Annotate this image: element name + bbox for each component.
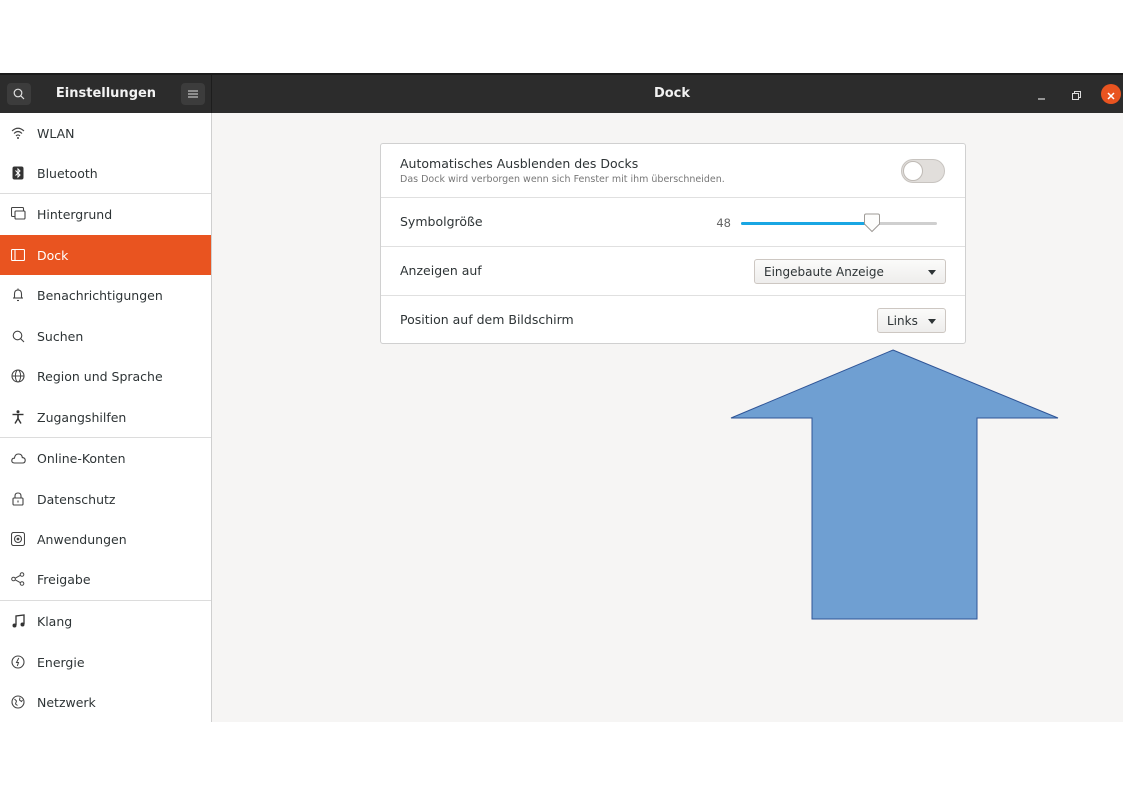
annotation-arrow	[730, 349, 1059, 620]
up-arrow-shape	[730, 349, 1059, 620]
